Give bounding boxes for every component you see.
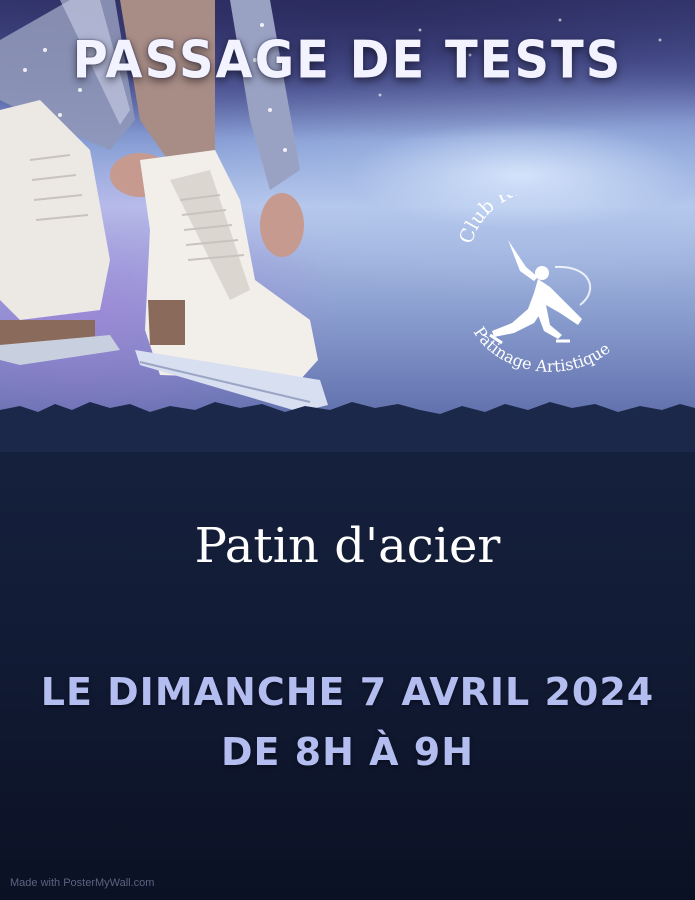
- event-time: DE 8H À 9H: [220, 730, 475, 774]
- logo-top-text: Club Roannais: [455, 195, 591, 246]
- event-date: LE DIMANCHE 7 AVRIL 2024: [40, 670, 655, 714]
- test-level-subtitle: Patin d'acier: [194, 518, 501, 574]
- svg-text:Patinage Artistique: Patinage Artistique: [470, 323, 614, 376]
- torn-paper-edge: [0, 402, 695, 452]
- poster-title: PASSAGE DE TESTS: [72, 29, 623, 91]
- svg-text:Club Roannais: Club Roannais: [455, 195, 591, 246]
- figure-skater-icon: [489, 240, 582, 345]
- watermark-credit: Made with PosterMyWall.com: [10, 877, 155, 889]
- poster: Club Roannais Patinage Artistique PASSAG…: [0, 0, 695, 900]
- logo-bottom-text: Patinage Artistique: [470, 323, 614, 376]
- club-logo: Club Roannais Patinage Artistique: [455, 195, 614, 376]
